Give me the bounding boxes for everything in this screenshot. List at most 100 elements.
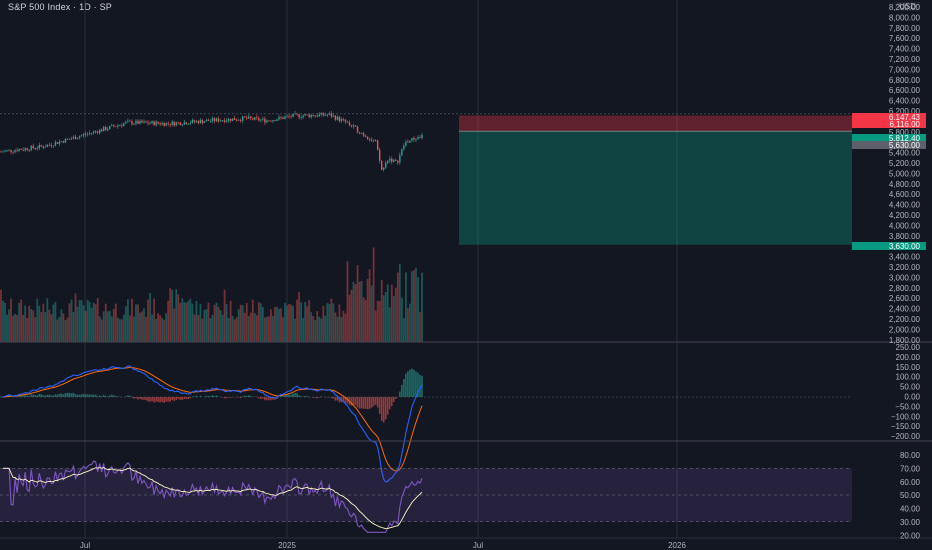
volume-bar bbox=[24, 305, 27, 342]
macd-histogram-bar bbox=[133, 397, 135, 399]
volume-bar bbox=[151, 314, 153, 342]
volume-bar bbox=[181, 298, 184, 342]
macd-tick-label: 150.00 bbox=[896, 363, 921, 372]
candle-body bbox=[272, 120, 274, 122]
macd-tick-label: −100.00 bbox=[891, 412, 921, 421]
macd-tick-label: −150.00 bbox=[891, 422, 921, 431]
candle-body bbox=[199, 119, 202, 124]
volume-bar bbox=[60, 309, 63, 342]
volume-bar bbox=[16, 314, 19, 342]
volume-bar bbox=[394, 287, 397, 342]
volume-bar bbox=[64, 319, 67, 342]
candle-body bbox=[0, 151, 2, 153]
macd-histogram-bar bbox=[70, 393, 73, 397]
volume-bar bbox=[370, 285, 373, 342]
volume-bar bbox=[292, 305, 294, 342]
macd-histogram-bar bbox=[38, 394, 41, 397]
candle-body bbox=[56, 142, 59, 144]
candle-body bbox=[183, 122, 185, 125]
candle-body bbox=[217, 118, 220, 122]
candle-body bbox=[362, 133, 365, 136]
volume-bar bbox=[302, 317, 305, 342]
candle-body bbox=[12, 151, 14, 153]
candle-body bbox=[240, 119, 242, 121]
volume-bar bbox=[211, 314, 214, 342]
macd-histogram-bar bbox=[34, 395, 37, 397]
volume-bar bbox=[249, 312, 252, 342]
candle-body bbox=[270, 120, 272, 122]
candle-body bbox=[80, 135, 83, 137]
macd-histogram-bar bbox=[401, 384, 403, 397]
volume-bar bbox=[183, 302, 186, 342]
macd-histogram-bar bbox=[372, 397, 375, 407]
candle-body bbox=[368, 139, 371, 140]
volume-bar bbox=[231, 315, 234, 342]
stop-loss-zone[interactable] bbox=[459, 115, 852, 132]
macd-histogram-bar bbox=[386, 397, 389, 415]
candle-body bbox=[133, 123, 135, 125]
candle-body bbox=[356, 126, 359, 133]
candle-body bbox=[395, 159, 397, 161]
volume-bar bbox=[298, 292, 301, 342]
candle-body bbox=[209, 120, 212, 122]
volume-bar bbox=[48, 309, 51, 342]
volume-bar bbox=[419, 311, 421, 342]
volume-bar bbox=[175, 289, 178, 342]
volume-bar bbox=[338, 304, 341, 342]
candle-body bbox=[99, 129, 101, 134]
volume-bar bbox=[417, 277, 419, 342]
volume-bar bbox=[217, 307, 220, 342]
candle-body bbox=[117, 125, 119, 127]
volume-bar bbox=[255, 315, 258, 342]
candle-body bbox=[266, 120, 268, 123]
volume-bar bbox=[372, 247, 375, 342]
time-tick-label: 2025 bbox=[278, 541, 296, 550]
macd-histogram-bar bbox=[40, 394, 43, 397]
macd-histogram-bar bbox=[80, 394, 83, 397]
volume-bar bbox=[314, 319, 317, 342]
macd-histogram-bar bbox=[42, 395, 45, 397]
macd-histogram-bar bbox=[32, 394, 35, 397]
candle-body bbox=[101, 129, 103, 132]
candle-body bbox=[10, 149, 12, 152]
volume-bar bbox=[112, 308, 115, 342]
candle-body bbox=[401, 149, 403, 156]
volume-bar bbox=[247, 316, 250, 342]
rsi-tick-label: 60.00 bbox=[900, 478, 921, 487]
volume-bar bbox=[8, 309, 10, 342]
volume-bar bbox=[189, 298, 192, 342]
candle-body bbox=[165, 122, 167, 126]
candle-body bbox=[233, 118, 236, 120]
candle-body bbox=[415, 139, 417, 141]
chart-canvas[interactable]: 8,200.008,000.00 7,800.007,600.00 7,400.00… bbox=[0, 0, 932, 550]
macd-histogram-bar bbox=[179, 397, 182, 400]
macd-histogram-bar bbox=[183, 397, 186, 399]
volume-bar bbox=[2, 300, 4, 342]
volume-bar bbox=[328, 303, 331, 342]
macd-histogram-bar bbox=[356, 397, 359, 408]
candle-body bbox=[20, 149, 22, 150]
take-profit-zone[interactable] bbox=[459, 131, 852, 245]
macd-histogram-bar bbox=[173, 397, 176, 401]
candle-body bbox=[268, 120, 270, 122]
candle-body bbox=[163, 122, 165, 126]
candle-body bbox=[60, 141, 63, 143]
volume-bar bbox=[76, 306, 79, 342]
candle-body bbox=[139, 120, 141, 124]
candle-body bbox=[316, 115, 318, 117]
candle-body bbox=[223, 120, 226, 122]
volume-bar bbox=[84, 310, 87, 342]
volume-bar bbox=[0, 289, 2, 342]
volume-bar bbox=[221, 314, 224, 342]
candle-body bbox=[115, 126, 117, 128]
candle-body bbox=[185, 122, 188, 125]
candle-body bbox=[86, 133, 89, 135]
macd-histogram-bar bbox=[139, 397, 141, 399]
macd-histogram-bar bbox=[358, 397, 361, 409]
candle-body bbox=[131, 121, 133, 125]
price-tick-label: 7,000.00 bbox=[889, 65, 921, 74]
candle-body bbox=[155, 121, 157, 126]
volume-bar bbox=[330, 298, 333, 342]
price-tick-label: 3,200.00 bbox=[889, 263, 921, 272]
candle-body bbox=[391, 158, 393, 162]
